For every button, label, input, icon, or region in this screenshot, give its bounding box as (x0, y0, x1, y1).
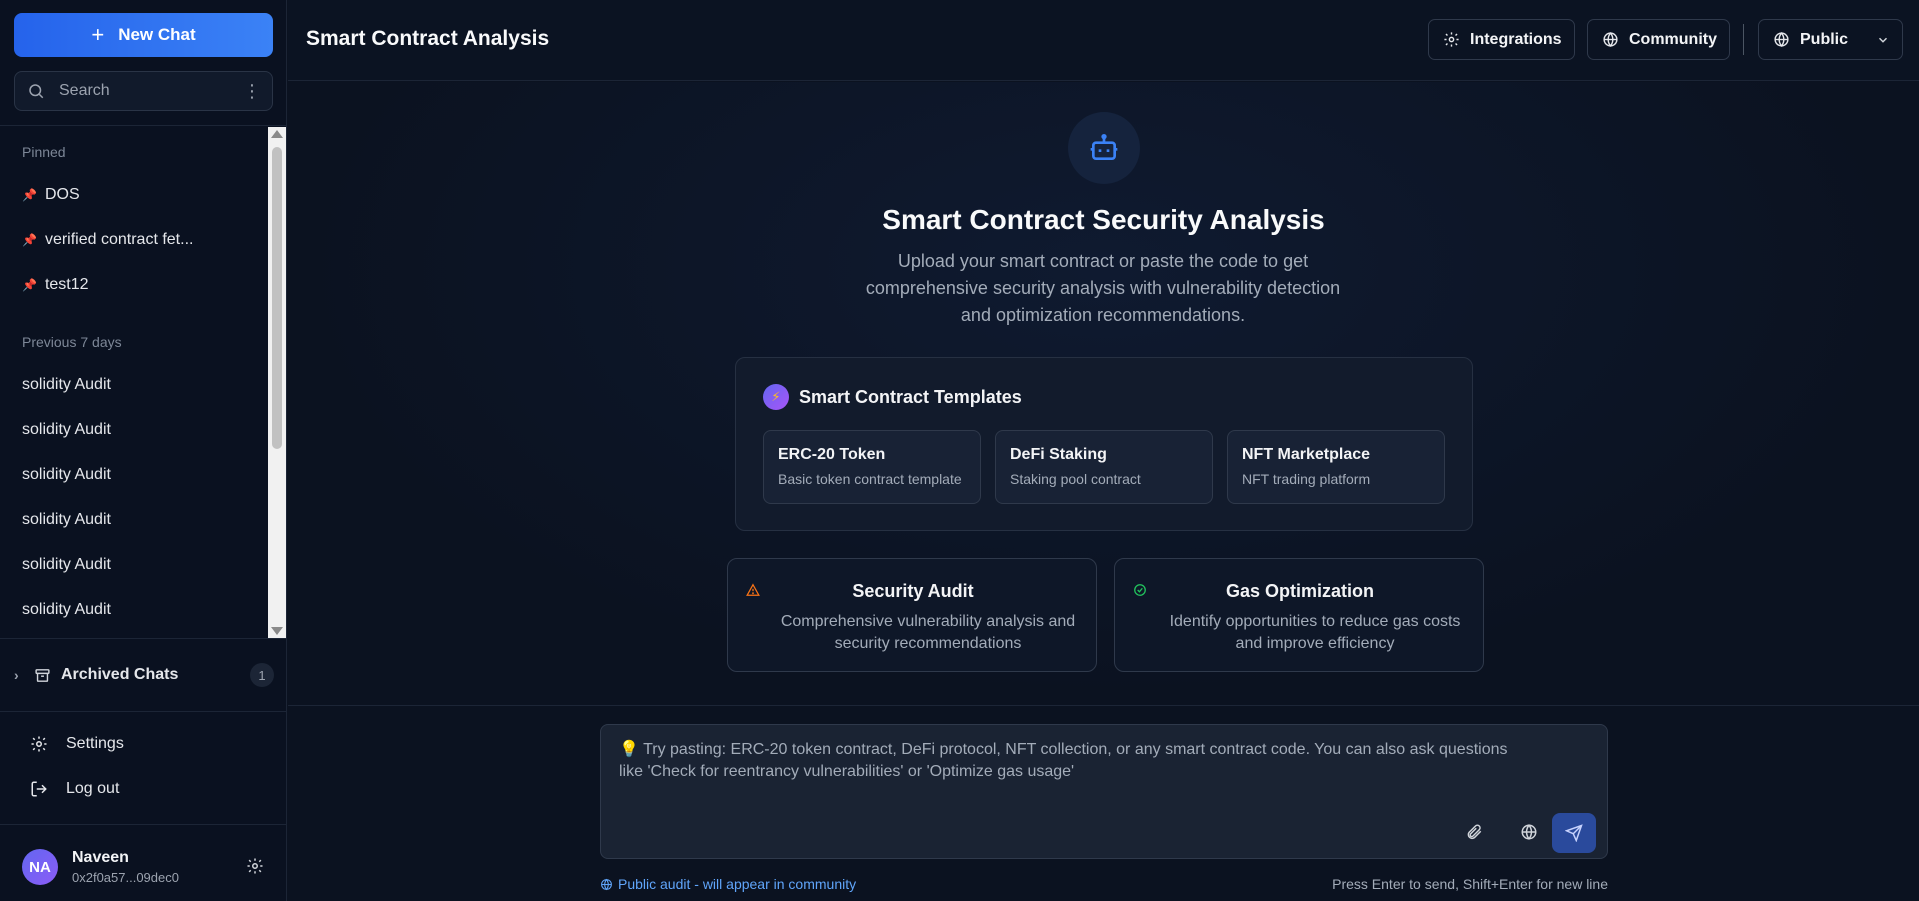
globe-icon (1521, 824, 1537, 840)
settings-label: Settings (66, 735, 124, 752)
user-settings-gear-icon[interactable] (246, 857, 264, 875)
hero-title: Smart Contract Security Analysis (882, 204, 1325, 235)
new-chat-button[interactable]: + New Chat (14, 13, 273, 57)
template-card-nft-marketplace[interactable]: NFT Marketplace NFT trading platform (1227, 430, 1445, 504)
feature-desc: Comprehensive vulnerability analysis and… (780, 613, 1076, 652)
divider (0, 824, 287, 825)
keyboard-hint: Press Enter to send, Shift+Enter for new… (1332, 876, 1608, 892)
new-chat-label: New Chat (118, 25, 196, 44)
visibility-dropdown[interactable]: Public (1758, 19, 1903, 60)
security-audit-card[interactable]: Security Audit Comprehensive vulnerabili… (727, 558, 1097, 672)
top-header: Smart Contract Analysis Integrations Com… (288, 0, 1919, 81)
bot-avatar (1068, 112, 1140, 184)
gear-icon (1444, 32, 1459, 47)
globe-icon (1774, 32, 1789, 47)
chat-item-label: test12 (44, 276, 89, 293)
globe-icon (601, 878, 612, 890)
chat-item-label: verified contract fet... (44, 231, 194, 248)
pin-icon: 📌 (22, 233, 37, 247)
chevron-down-icon (1878, 37, 1888, 43)
template-title: ERC-20 Token (778, 446, 886, 463)
scroll-up-arrow[interactable] (271, 130, 283, 138)
more-options-icon[interactable]: ⋮ (243, 81, 261, 102)
feature-desc: Identify opportunities to reduce gas cos… (1169, 613, 1461, 652)
logout-link[interactable]: Log out (30, 780, 119, 798)
attach-button[interactable] (1457, 815, 1491, 849)
pinned-chat-item[interactable]: 📌 test12 (22, 276, 89, 294)
recent-chat-item[interactable]: solidity Audit (22, 421, 111, 439)
search-icon (29, 84, 44, 99)
composer-area: 💡 Try pasting: ERC-20 token contract, De… (288, 705, 1919, 901)
chat-list[interactable]: Pinned 📌 DOS 📌 verified contract fet... … (0, 126, 268, 638)
archived-chats-label: Archived Chats (61, 666, 179, 683)
feature-title: Gas Optimization (1225, 581, 1375, 601)
archive-icon (35, 668, 50, 682)
plus-icon: + (91, 22, 105, 47)
template-title: DeFi Staking (1010, 446, 1107, 463)
header-separator (1743, 24, 1744, 55)
sidebar: + New Chat Search ⋮ Pinned 📌 DOS 📌 verif… (0, 0, 287, 901)
template-card-erc20[interactable]: ERC-20 Token Basic token contract templa… (763, 430, 981, 504)
send-icon (1565, 824, 1583, 842)
search-placeholder: Search (59, 82, 110, 99)
recent-chat-item[interactable]: solidity Audit (22, 466, 111, 484)
scrollbar-thumb[interactable] (272, 147, 282, 449)
recent-chat-item[interactable]: solidity Audit (22, 556, 111, 574)
settings-link[interactable]: Settings (30, 735, 124, 753)
community-button[interactable]: Community (1587, 19, 1730, 60)
integrations-label: Integrations (1470, 30, 1562, 48)
pin-icon: 📌 (22, 188, 37, 202)
recent-chat-item[interactable]: solidity Audit (22, 376, 111, 394)
hero-subtitle: Upload your smart contract or paste the … (865, 251, 1341, 325)
template-card-defi-staking[interactable]: DeFi Staking Staking pool contract (995, 430, 1213, 504)
sidebar-scrollbar[interactable] (268, 127, 286, 638)
templates-heading: ⚡ Smart Contract Templates (763, 384, 1022, 410)
paperclip-icon (1467, 824, 1482, 840)
globe-icon (1603, 32, 1618, 47)
chat-item-label: DOS (44, 186, 80, 203)
scroll-down-arrow[interactable] (271, 627, 283, 635)
main-content: Smart Contract Security Analysis Upload … (288, 82, 1919, 705)
integrations-button[interactable]: Integrations (1428, 19, 1575, 60)
chevron-right-icon: › (14, 667, 19, 683)
divider (0, 638, 287, 639)
template-desc: Staking pool contract (1010, 471, 1141, 487)
templates-heading-label: Smart Contract Templates (799, 386, 1022, 407)
search-input[interactable]: Search ⋮ (14, 71, 273, 111)
public-audit-note: Public audit - will appear in community (600, 876, 856, 892)
logout-icon (31, 781, 47, 797)
template-desc: Basic token contract template (778, 471, 962, 487)
user-name: Naveen (72, 849, 129, 866)
pinned-chat-item[interactable]: 📌 verified contract fet... (22, 231, 193, 249)
community-label: Community (1629, 30, 1717, 48)
recent-chat-item[interactable]: solidity Audit (22, 601, 111, 619)
archived-count-badge: 1 (250, 663, 274, 687)
public-audit-label: Public audit - will appear in community (618, 876, 857, 892)
gas-optimization-card[interactable]: Gas Optimization Identify opportunities … (1114, 558, 1484, 672)
logout-label: Log out (66, 780, 120, 797)
pin-icon: 📌 (22, 278, 37, 292)
template-title: NFT Marketplace (1242, 446, 1371, 463)
send-button[interactable] (1552, 813, 1596, 853)
archived-chats-toggle[interactable]: › Archived Chats 1 (14, 662, 274, 688)
visibility-label: Public (1800, 30, 1849, 48)
divider (0, 711, 287, 712)
recent-chat-item[interactable]: solidity Audit (22, 511, 111, 529)
feature-title: Security Audit (852, 581, 974, 601)
wallet-address: 0x2f0a57...09dec0 (72, 870, 179, 885)
pinned-chat-item[interactable]: 📌 DOS (22, 186, 80, 204)
message-placeholder: 💡 Try pasting: ERC-20 token contract, De… (619, 741, 1508, 780)
lightning-icon: ⚡ (763, 384, 789, 410)
recent-section-label: Previous 7 days (22, 334, 122, 350)
bot-icon (1090, 134, 1118, 160)
web-search-button[interactable] (1512, 815, 1546, 849)
message-input[interactable]: 💡 Try pasting: ERC-20 token contract, De… (600, 724, 1608, 859)
templates-panel: ⚡ Smart Contract Templates ERC-20 Token … (735, 357, 1473, 531)
user-profile[interactable]: NA Naveen 0x2f0a57...09dec0 (22, 849, 179, 885)
page-title: Smart Contract Analysis (306, 27, 550, 50)
gear-icon (31, 736, 47, 752)
pinned-section-label: Pinned (22, 144, 66, 160)
template-desc: NFT trading platform (1242, 471, 1371, 487)
avatar: NA (22, 849, 58, 885)
